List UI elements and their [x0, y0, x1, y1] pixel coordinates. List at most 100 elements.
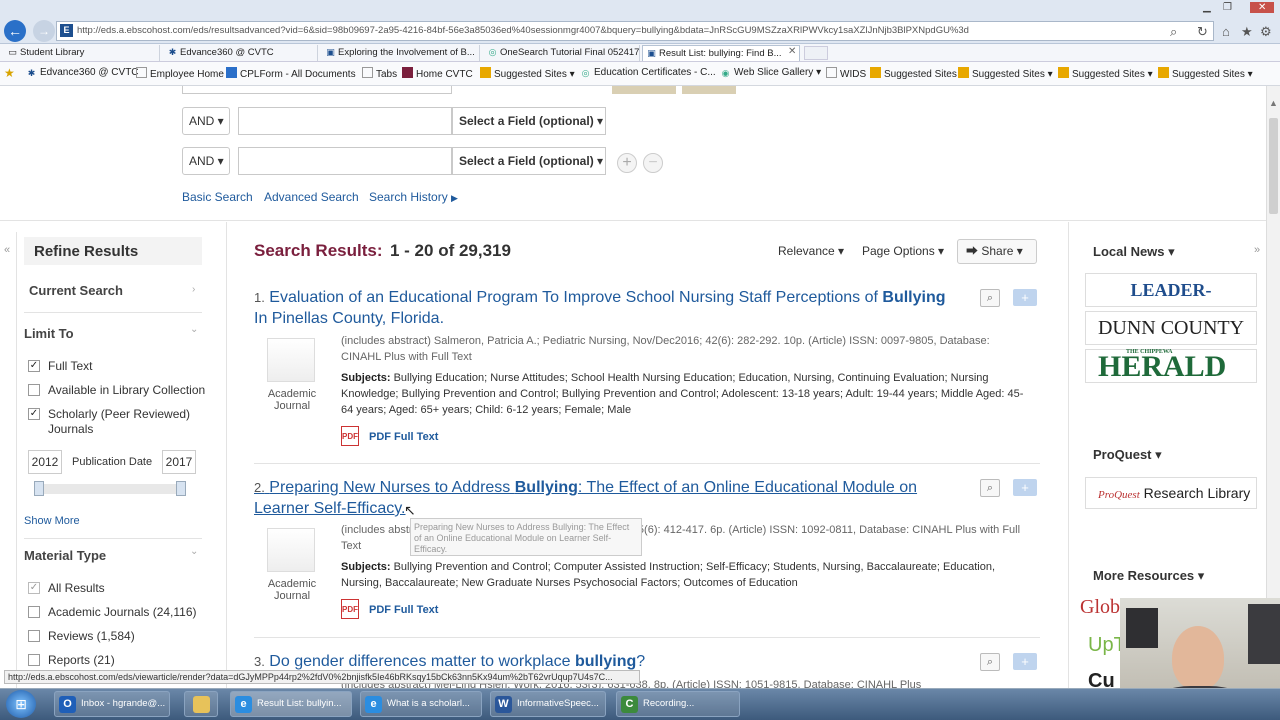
result-title-3[interactable]: 3. Do gender differences matter to workp… [254, 651, 954, 672]
taskbar-recording[interactable]: C Recording... [616, 691, 740, 717]
pdf-full-text-link-2[interactable]: PDF Full Text [369, 604, 438, 616]
current-search-heading[interactable]: Current Search [29, 283, 123, 298]
reviews-checkbox[interactable] [28, 630, 40, 642]
search-history-link[interactable]: Search History ▶ [369, 190, 458, 204]
search-term-input-3[interactable] [238, 147, 452, 175]
cq-logo[interactable]: Cu [1080, 664, 1120, 688]
fav-item-cplform[interactable]: CPLForm - All Documents [226, 67, 356, 80]
search-term-input-2[interactable] [238, 107, 452, 135]
fav-item-education-certificates[interactable]: ◎ Education Certificates - C... [580, 67, 716, 79]
scholarly-checkbox[interactable]: ✓ [28, 408, 40, 420]
url-input[interactable]: http://eds.a.ebscohost.com/eds/resultsad… [56, 21, 1214, 41]
result-title-1[interactable]: 1. Evaluation of an Educational Program … [254, 287, 954, 329]
back-icon[interactable]: ← [4, 20, 26, 42]
taskbar-outlook[interactable]: O Inbox - hgrande@... [54, 691, 170, 717]
pub-date-from-input[interactable]: 2012 [28, 450, 62, 474]
date-slider-handle-end[interactable] [176, 481, 186, 496]
library-collection-checkbox[interactable] [28, 384, 40, 396]
refresh-icon[interactable]: ↻ [1197, 24, 1208, 40]
fav-item-suggested-5[interactable]: Suggested Sites ▾ [1158, 67, 1253, 80]
chevron-down-icon[interactable]: ⌄ [190, 546, 198, 557]
tab-result-list[interactable]: ▣ Result List: bullying: Find B... [642, 45, 800, 61]
boolean-select-row-3[interactable]: AND ▾ [182, 147, 230, 175]
fav-item-home-cvtc[interactable]: Home CVTC [402, 67, 473, 80]
taskbar-ie-result-list[interactable]: e Result List: bullyin... [230, 691, 352, 717]
add-row-icon[interactable]: + [617, 153, 637, 173]
chevron-right-icon[interactable]: › [192, 284, 195, 295]
search-button-fragment[interactable] [612, 86, 676, 94]
start-button[interactable]: ⊞ [6, 690, 36, 718]
tab-exploring[interactable]: ▣ Exploring the Involvement of B... [322, 45, 480, 61]
preview-magnifier-icon[interactable]: ⌕ [980, 653, 1000, 671]
taskbar-explorer[interactable] [184, 691, 218, 717]
collapse-right-icon[interactable]: » [1254, 244, 1260, 256]
basic-search-link[interactable]: Basic Search [182, 190, 253, 204]
fav-item-suggested-2[interactable]: Suggested Sites [870, 67, 957, 80]
dunn-county-news-logo[interactable]: DUNN COUNTY NEWS [1085, 311, 1257, 371]
settings-gear-icon[interactable]: ⚙ [1260, 24, 1272, 40]
date-slider-track[interactable] [36, 484, 186, 494]
close-tab-icon[interactable]: ✕ [788, 46, 796, 57]
date-slider-handle-start[interactable] [34, 481, 44, 496]
tab-edvance[interactable]: ✱ Edvance360 @ CVTC [164, 45, 318, 61]
material-type-heading[interactable]: Material Type [24, 548, 106, 563]
academic-journal-icon [267, 528, 315, 572]
add-to-folder-icon[interactable]: + [1013, 289, 1037, 306]
pdf-full-text-link-1[interactable]: PDF Full Text [369, 431, 438, 443]
proquest-research-library-logo[interactable]: ProQuest Research Library [1085, 477, 1257, 509]
academic-journals-checkbox[interactable] [28, 606, 40, 618]
maximize-icon[interactable]: ❐ [1223, 2, 1232, 13]
favorites-star-icon[interactable]: ★ [1241, 24, 1253, 40]
fav-item-tabs[interactable]: Tabs [362, 67, 397, 80]
minimize-icon[interactable]: ▁ [1203, 2, 1211, 13]
herald-logo[interactable]: THE CHIPPEWA HERALD [1085, 349, 1257, 383]
fav-item-wids[interactable]: WIDS [826, 67, 866, 80]
full-text-checkbox[interactable]: ✓ [28, 360, 40, 372]
remove-row-icon[interactable]: − [643, 153, 663, 173]
close-icon[interactable]: ✕ [1250, 2, 1275, 13]
scroll-thumb[interactable] [1269, 118, 1278, 214]
favorites-star-icon[interactable]: ★ [4, 66, 15, 80]
share-button[interactable]: ⮕ Share ▾ [957, 239, 1037, 264]
fav-item-suggested-1[interactable]: Suggested Sites ▾ [480, 67, 575, 80]
leader-telegram-logo[interactable]: LEADER-TELEGRAM [1085, 273, 1257, 332]
preview-magnifier-icon[interactable]: ⌕ [980, 479, 1000, 497]
fav-item-employee-home[interactable]: Employee Home [136, 67, 224, 80]
field-select-row-2[interactable]: Select a Field (optional) ▾ [452, 107, 606, 135]
home-icon[interactable]: ⌂ [1222, 24, 1230, 39]
forward-icon[interactable]: → [33, 20, 55, 42]
collapse-left-icon[interactable]: « [4, 244, 10, 256]
scroll-up-icon[interactable]: ▲ [1269, 98, 1278, 108]
taskbar-word[interactable]: W InformativeSpeec... [490, 691, 606, 717]
fav-item-suggested-4[interactable]: Suggested Sites ▾ [1058, 67, 1153, 80]
page-options-dropdown[interactable]: Page Options ▾ [862, 244, 944, 258]
taskbar-ie-scholarly[interactable]: e What is a scholarl... [360, 691, 482, 717]
local-news-heading[interactable]: Local News ▾ [1093, 244, 1175, 260]
add-to-folder-icon[interactable]: + [1013, 653, 1037, 670]
chevron-down-icon[interactable]: ⌄ [190, 324, 198, 335]
show-more-link[interactable]: Show More [24, 515, 80, 527]
limit-to-heading[interactable]: Limit To [24, 326, 74, 341]
new-tab-button[interactable] [804, 46, 828, 60]
global-road-warrior-logo[interactable]: Global Road Warrior [1080, 590, 1120, 624]
proquest-heading[interactable]: ProQuest ▾ [1093, 447, 1162, 463]
fav-item-edvance[interactable]: ✱ Edvance360 @ CVTC [26, 67, 139, 79]
boolean-select-row-2[interactable]: AND ▾ [182, 107, 230, 135]
clear-button-fragment[interactable] [682, 86, 736, 94]
tab-onesearch[interactable]: ◎ OneSearch Tutorial Final 052417 [484, 45, 640, 61]
fav-item-web-slice[interactable]: ◉ Web Slice Gallery ▾ [720, 67, 822, 79]
preview-magnifier-icon[interactable]: ⌕ [980, 289, 1000, 307]
result-title-2[interactable]: 2. Preparing New Nurses to Address Bully… [254, 477, 954, 519]
more-resources-heading[interactable]: More Resources ▾ [1093, 568, 1204, 584]
uptodate-logo[interactable]: UpTo [1080, 628, 1120, 662]
tab-student-library[interactable]: ▭ Student Library [4, 45, 160, 61]
fav-item-suggested-3[interactable]: Suggested Sites ▾ [958, 67, 1053, 80]
pub-date-to-input[interactable]: 2017 [162, 450, 196, 474]
field-select-row-3[interactable]: Select a Field (optional) ▾ [452, 147, 606, 175]
reports-checkbox[interactable] [28, 654, 40, 666]
relevance-sort-dropdown[interactable]: Relevance ▾ [778, 244, 844, 258]
search-icon[interactable]: ⌕ [1170, 24, 1177, 40]
advanced-search-link[interactable]: Advanced Search [264, 190, 359, 204]
add-to-folder-icon[interactable]: + [1013, 479, 1037, 496]
all-results-checkbox[interactable]: ✓ [28, 582, 40, 594]
